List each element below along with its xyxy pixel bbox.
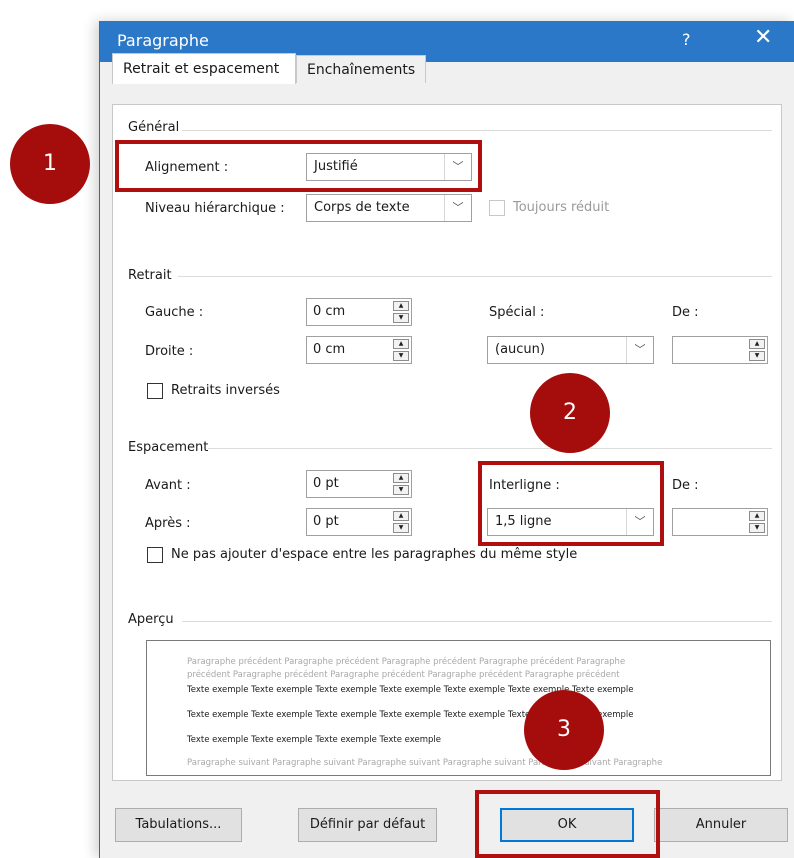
set-default-button[interactable]: Définir par défaut <box>298 808 437 842</box>
spin-down-icon[interactable]: ▼ <box>393 313 409 323</box>
indent-by-label: De : <box>672 305 699 320</box>
help-icon[interactable]: ? <box>682 30 691 49</box>
step-badge-1: 1 <box>10 124 90 204</box>
preview-box: Paragraphe précédent Paragraphe précéden… <box>146 640 771 776</box>
highlight-ok <box>475 790 660 858</box>
space-before-stepper[interactable]: 0 pt ▲ ▼ <box>306 470 412 498</box>
spin-down-icon[interactable]: ▼ <box>393 485 409 495</box>
mirror-indents-checkbox[interactable] <box>147 383 163 399</box>
special-select[interactable]: (aucun) ﹀ <box>487 336 654 364</box>
cancel-button-label: Annuler <box>695 817 747 832</box>
spin-up-icon[interactable]: ▲ <box>749 339 765 349</box>
section-indent: Retrait <box>128 268 172 283</box>
collapsed-label: Toujours réduit <box>513 200 610 215</box>
special-value: (aucun) <box>495 342 545 357</box>
collapsed-checkbox[interactable] <box>489 200 505 216</box>
space-before-label: Avant : <box>145 478 191 493</box>
no-space-checkbox[interactable] <box>147 547 163 563</box>
spin-up-icon[interactable]: ▲ <box>393 511 409 521</box>
tabs-button[interactable]: Tabulations... <box>115 808 242 842</box>
spin-up-icon[interactable]: ▲ <box>393 301 409 311</box>
preview-text: précédent Paragraphe précédent Paragraph… <box>187 670 620 680</box>
space-after-stepper[interactable]: 0 pt ▲ ▼ <box>306 508 412 536</box>
indent-left-stepper[interactable]: 0 cm ▲ ▼ <box>306 298 412 326</box>
separator <box>182 130 772 131</box>
line-at-label: De : <box>672 478 699 493</box>
highlight-line-spacing <box>478 461 664 546</box>
level-label: Niveau hiérarchique : <box>145 201 285 216</box>
chevron-down-icon[interactable]: ﹀ <box>444 195 471 221</box>
spin-down-icon[interactable]: ▼ <box>749 351 765 361</box>
spin-down-icon[interactable]: ▼ <box>393 351 409 361</box>
level-select[interactable]: Corps de texte ﹀ <box>306 194 472 222</box>
special-label: Spécial : <box>489 305 545 320</box>
line-at-stepper[interactable]: ▲ ▼ <box>672 508 768 536</box>
indent-left-label: Gauche : <box>145 305 204 320</box>
tab-label: Retrait et espacement <box>123 61 280 77</box>
close-icon[interactable]: ✕ <box>754 25 772 50</box>
no-space-label: Ne pas ajouter d'espace entre les paragr… <box>171 547 578 562</box>
tab-line-page-breaks[interactable]: Enchaînements <box>296 55 426 83</box>
tab-indent-spacing[interactable]: Retrait et espacement <box>112 53 296 84</box>
section-preview: Aperçu <box>128 612 174 627</box>
spin-up-icon[interactable]: ▲ <box>393 473 409 483</box>
mirror-indents-label: Retraits inversés <box>171 383 280 398</box>
highlight-alignment <box>115 140 482 192</box>
separator <box>182 621 772 622</box>
chevron-down-icon[interactable]: ﹀ <box>626 337 653 363</box>
spin-down-icon[interactable]: ▼ <box>393 523 409 533</box>
indent-left-value: 0 cm <box>313 304 346 319</box>
indent-right-stepper[interactable]: 0 cm ▲ ▼ <box>306 336 412 364</box>
space-after-label: Après : <box>145 516 191 531</box>
spin-down-icon[interactable]: ▼ <box>749 523 765 533</box>
space-after-value: 0 pt <box>313 514 339 529</box>
section-spacing: Espacement <box>128 440 209 455</box>
step-badge-3: 3 <box>524 690 604 770</box>
cancel-button[interactable]: Annuler <box>654 808 788 842</box>
preview-text: Paragraphe suivant Paragraphe suivant Pa… <box>187 758 663 768</box>
separator <box>178 276 772 277</box>
indent-right-value: 0 cm <box>313 342 346 357</box>
step-badge-2: 2 <box>530 373 610 453</box>
tab-label: Enchaînements <box>307 62 416 78</box>
space-before-value: 0 pt <box>313 476 339 491</box>
section-general: Général <box>128 120 180 135</box>
preview-text: Paragraphe précédent Paragraphe précéden… <box>187 657 626 667</box>
indent-by-stepper[interactable]: ▲ ▼ <box>672 336 768 364</box>
separator <box>208 448 772 449</box>
indent-right-label: Droite : <box>145 344 194 359</box>
dialog-title: Paragraphe <box>117 31 209 50</box>
set-default-button-label: Définir par défaut <box>309 817 426 832</box>
spin-up-icon[interactable]: ▲ <box>749 511 765 521</box>
spin-up-icon[interactable]: ▲ <box>393 339 409 349</box>
level-value: Corps de texte <box>314 200 410 215</box>
preview-text: Texte exemple Texte exemple Texte exempl… <box>187 735 441 745</box>
tabs-button-label: Tabulations... <box>135 817 222 832</box>
